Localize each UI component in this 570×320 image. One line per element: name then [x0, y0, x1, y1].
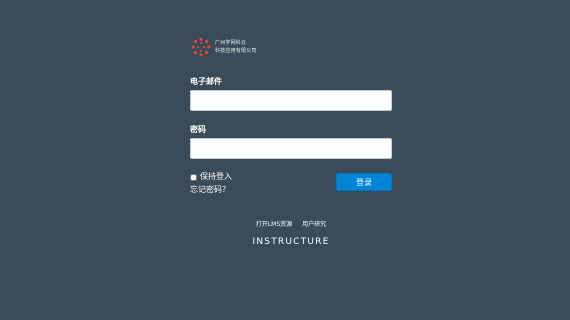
institution-name-line2: 科技应用有限公司: [215, 48, 257, 54]
canvas-logo-icon: [191, 37, 211, 57]
login-page: 广州学网科云 科技应用有限公司 电子邮件 密码 保持登入 忘记密码？ 登录 打开…: [0, 0, 570, 320]
remember-me-label: 保持登入: [200, 172, 232, 181]
login-actions: 保持登入 忘记密码？ 登录: [190, 172, 392, 198]
footer-link-lms-resources[interactable]: 打开LMS资源: [256, 221, 292, 229]
login-panel: 广州学网科云 科技应用有限公司 电子邮件 密码 保持登入 忘记密码？ 登录: [190, 35, 392, 198]
institution-logo: 广州学网科云 科技应用有限公司: [190, 35, 392, 59]
password-label: 密码: [190, 125, 206, 134]
login-button[interactable]: 登录: [336, 173, 392, 191]
instructure-brand: INSTRUCTURE: [252, 237, 330, 247]
institution-name-line1: 广州学网科云: [215, 40, 247, 46]
password-field[interactable]: [190, 138, 392, 159]
institution-name: 广州学网科云 科技应用有限公司: [215, 39, 257, 55]
forgot-password-link[interactable]: 忘记密码？: [190, 185, 230, 195]
footer-links: 打开LMS资源 用户研究: [0, 221, 570, 229]
email-field[interactable]: [190, 90, 392, 111]
email-label: 电子邮件: [190, 77, 222, 86]
remember-me[interactable]: 保持登入: [190, 172, 232, 182]
remember-me-checkbox[interactable]: [190, 173, 197, 181]
footer-link-user-research[interactable]: 用户研究: [302, 221, 326, 229]
